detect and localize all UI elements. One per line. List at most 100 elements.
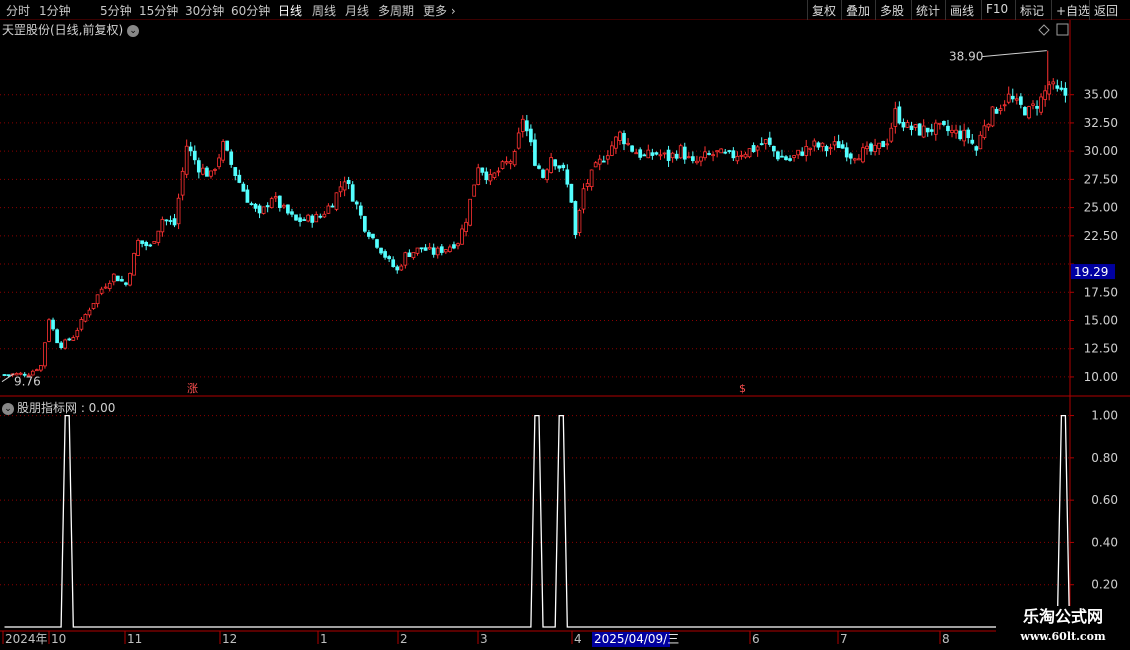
indicator-tick-label: 0.20 [1091,578,1118,592]
candle-body [553,159,558,167]
candle-body [1059,87,1064,90]
candle-body [597,158,602,165]
candle-body [233,167,238,177]
candle-body [375,239,379,248]
candle-body [780,155,784,158]
candle-body [395,266,400,271]
candle-body [767,137,772,145]
candle-body [43,342,47,367]
candle-body [492,172,497,178]
candle-body [431,247,436,255]
candle-body [925,127,930,133]
candle-body [383,251,387,258]
candle-body [435,247,440,256]
candle-body [318,215,323,218]
price-tick-label: 27.50 [1084,172,1118,186]
candle-body [852,158,857,161]
candle-body [816,142,821,148]
candle-body [670,152,675,159]
candle-body [188,146,193,152]
candle-body [286,204,290,214]
candle-body [136,239,140,256]
candle-body [180,170,185,196]
candle-body [124,282,128,285]
candle-body [1063,87,1068,96]
candle-body [277,195,282,208]
date-label: 3 [480,632,488,646]
candle-body [954,129,958,134]
candle-body [703,151,707,159]
candle-body [711,154,715,157]
candle-body [415,247,420,254]
indicator-tick-label: 0.80 [1091,451,1118,465]
indicator-tick-label: 0.40 [1091,535,1118,549]
candle-body [1035,105,1039,109]
candle-body [213,169,217,171]
candle-body [111,273,116,283]
price-tick-label: 10.00 [1084,370,1118,384]
candle-body [634,152,639,155]
candle-body [448,246,452,252]
candle-body [917,123,922,136]
candle-body [164,219,169,222]
candle-body [958,130,962,140]
candle-body [132,252,136,276]
candle-body [63,339,68,349]
date-label: 8 [942,632,950,646]
candle-body [128,273,132,286]
price-tick-label: 12.50 [1084,342,1118,356]
candle-body [885,143,890,146]
candle-body [585,183,590,187]
candle-body [480,167,485,173]
candle-body [140,240,144,244]
candle-body [326,205,331,214]
candle-body [237,174,242,183]
candle-body [265,205,270,208]
candle-body [869,143,873,152]
candle-body [1031,103,1035,106]
candle-body [529,128,533,143]
candle-body [610,145,614,156]
candle-body [881,141,886,148]
candle-body [938,122,942,125]
candle-body [476,167,481,185]
candle-body [776,151,780,160]
candle-body [824,146,829,152]
candle-body [557,165,562,169]
candle-body [346,179,351,184]
candle-body [719,148,724,154]
candle-body [994,108,999,114]
price-tick-label: 22.50 [1084,229,1118,243]
candle-body [407,252,412,258]
candle-body [302,219,306,221]
candle-body [1014,98,1019,101]
candle-body [638,149,643,158]
price-tick-label: 30.00 [1084,144,1118,158]
candle-body [561,164,566,169]
candle-body [229,151,234,165]
candle-body [47,319,51,342]
candle-body [314,213,319,223]
candle-body [55,329,59,344]
candle-body [549,157,553,173]
candle-body [391,259,396,267]
candle-body [678,145,683,159]
candle-body [456,243,460,247]
chart-canvas[interactable]: 35.00 32.50 30.00 27.50 25.00 22.50 17.50 15.00… [0,0,1130,650]
candle-body [650,152,655,156]
candle-body [942,121,946,125]
candle-body [569,183,574,203]
candle-body [217,157,221,168]
candle-body [443,249,448,253]
date-label: 7 [840,632,848,646]
candle-body [225,140,230,151]
candle-body [221,141,225,161]
candle-body [322,213,327,218]
candle-body [699,156,703,162]
candle-body [379,247,383,254]
candle-body [362,216,367,232]
candle-body [897,106,902,124]
candle-body [581,188,586,210]
high-marker-label: 38.90 [949,50,983,64]
candle-body [747,148,752,158]
